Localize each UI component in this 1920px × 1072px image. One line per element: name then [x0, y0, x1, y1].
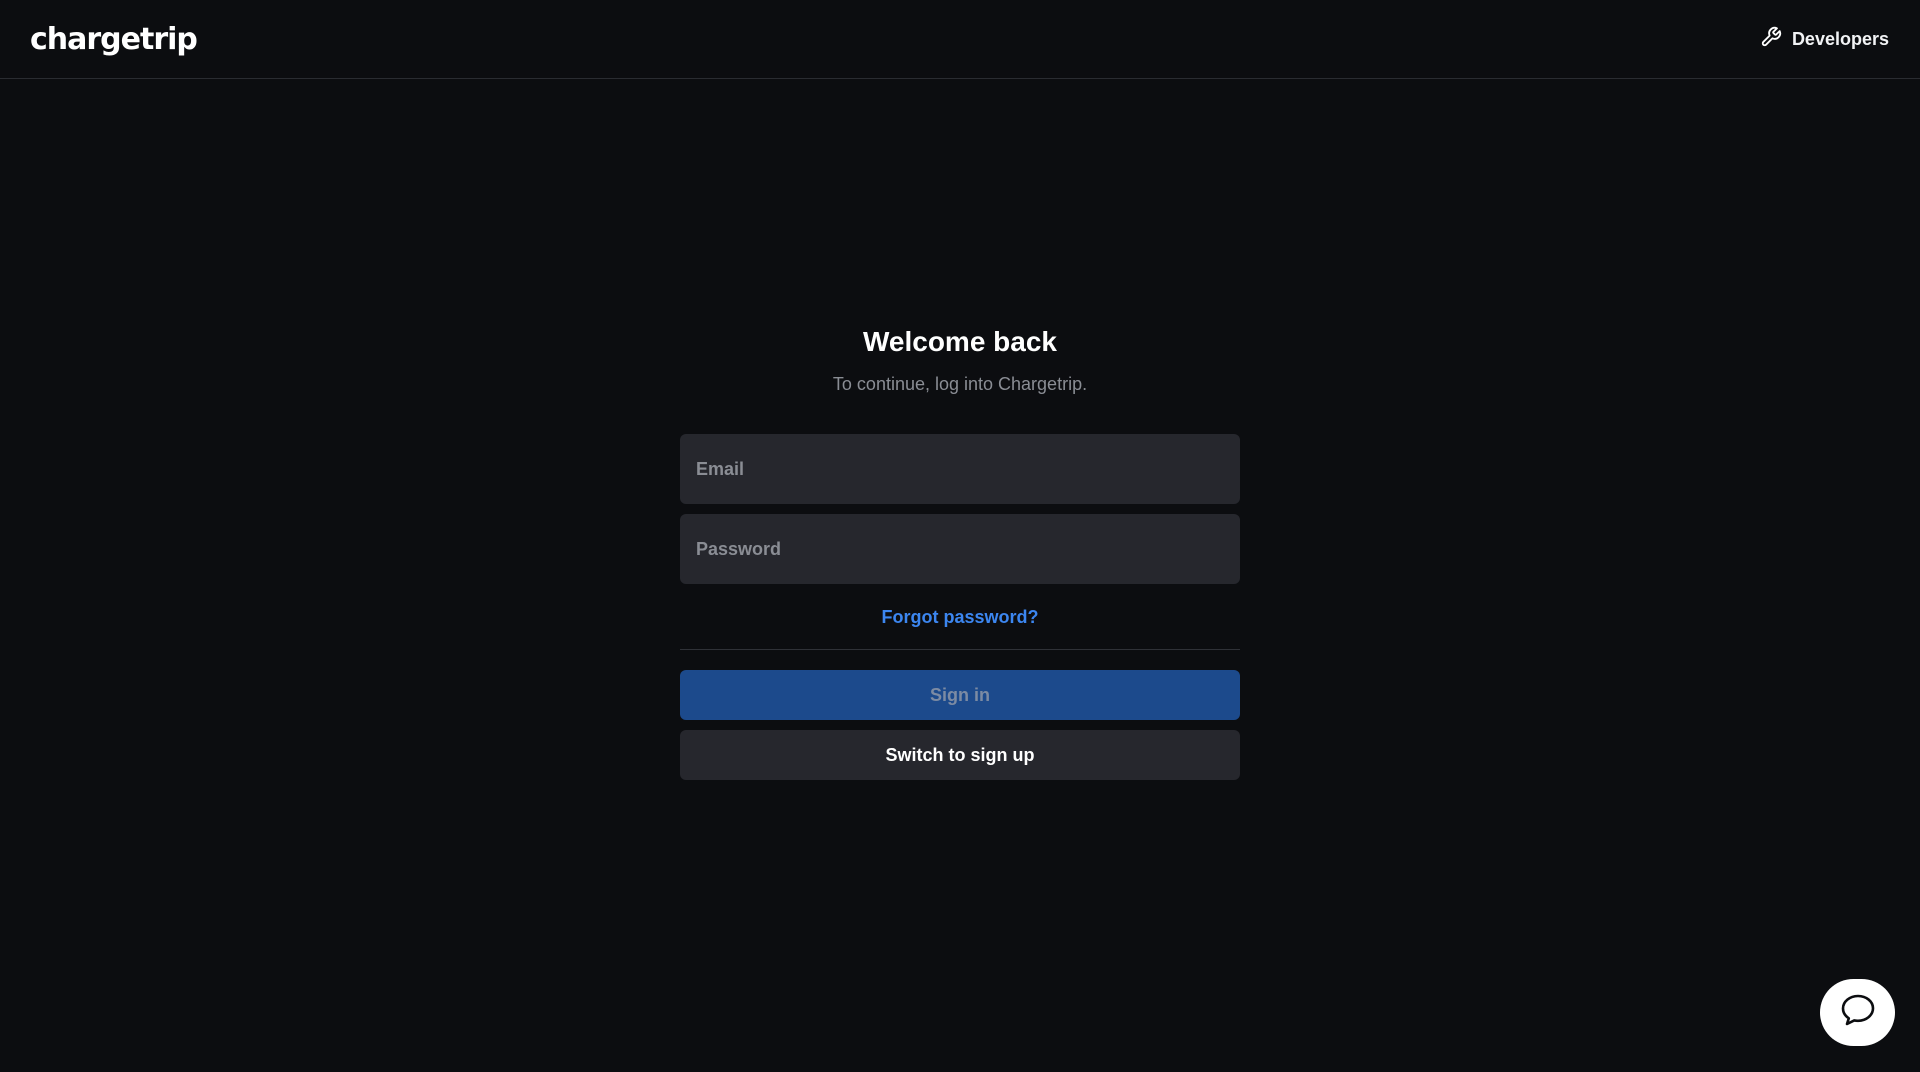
developers-link[interactable]: Developers [1760, 26, 1890, 53]
chat-button[interactable] [1820, 979, 1895, 1046]
page-subtitle: To continue, log into Chargetrip. [832, 374, 1088, 394]
login-panel: Welcome back To continue, log into Charg… [680, 320, 1240, 780]
chat-bubble-icon [1839, 992, 1877, 1033]
developers-label: Developers [1791, 28, 1889, 49]
forgot-password-link[interactable]: Forgot password? [680, 606, 1240, 628]
wrench-icon [1760, 26, 1782, 53]
password-field[interactable] [680, 514, 1240, 584]
top-bar: chargetrip Developers [0, 0, 1920, 79]
email-field[interactable] [680, 434, 1240, 504]
sign-in-button[interactable]: Sign in [680, 670, 1240, 720]
divider [680, 649, 1240, 650]
page-title: Welcome back [862, 326, 1058, 357]
switch-to-sign-up-button[interactable]: Switch to sign up [680, 730, 1240, 780]
chargetrip-logo[interactable]: chargetrip [30, 22, 198, 57]
